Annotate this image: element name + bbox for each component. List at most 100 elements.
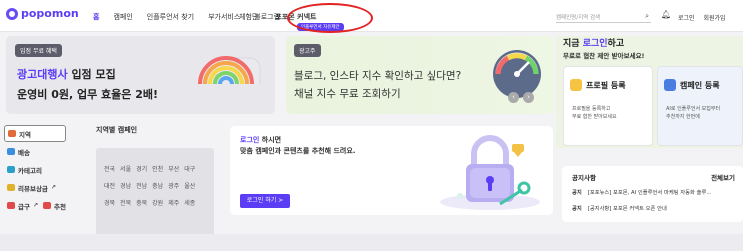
signup-link[interactable]: 회원가입: [703, 15, 725, 22]
region-link[interactable]: 강원: [152, 200, 163, 207]
login-box-line2: 맞춤 캠페인과 콘텐츠를 추천해 드려요.: [240, 147, 356, 155]
title-accent[interactable]: 로그인: [583, 39, 608, 49]
external-link-icon: ↗: [32, 202, 38, 209]
region-link[interactable]: 전북: [120, 200, 131, 207]
sidebar-item-delivery[interactable]: 배송: [4, 143, 66, 160]
logo-text: popomon: [21, 7, 79, 20]
region-link[interactable]: 전국: [104, 166, 115, 173]
card-title: 프로필 등록: [586, 81, 626, 90]
sidebar-item-label: 급구: [18, 202, 30, 211]
region-link[interactable]: 충북: [136, 200, 147, 207]
external-link-icon: ↗: [50, 184, 56, 191]
sidebar-item-category[interactable]: 카테고리: [4, 161, 66, 178]
truck-icon: [7, 148, 15, 155]
sidebar-item-label: 지역: [19, 130, 31, 139]
highlight-circle: [287, 3, 373, 33]
notice-more-link[interactable]: 전체보기: [711, 172, 735, 182]
region-row: 경북 전북 충북 강원 제주 세종: [104, 198, 200, 207]
login-recommend-box: 로그인 하시면 맞춤 캠페인과 콘텐츠를 추천해 드려요. 로그인 하기 >: [230, 126, 553, 215]
region-campaigns: 지역별 캠페인 전국 서울 경기 인천 부산 대구 대전 경남 전남 충남 광주 울산 경북 전북 충북…: [90, 125, 218, 246]
region-grid: 전국 서울 경기 인천 부산 대구 대전 경남 전남 충남 광주 울산 경북 전북 충북 강원 제주 세종: [96, 148, 214, 246]
search-icon[interactable]: ⌕: [645, 12, 649, 21]
login-line1-rest: 하시면: [259, 136, 282, 144]
login-link[interactable]: 로그인: [678, 15, 695, 22]
sidebar-item-recommend[interactable]: 추천: [54, 201, 66, 211]
nav-extra-services[interactable]: 부가서비스: [208, 12, 240, 22]
promo-banner-agency[interactable]: 입점 무료 혜택 광고대행사 입점 모집 운영비 0원, 업무 효율은 2배!: [6, 36, 275, 114]
campaign-register-card[interactable]: 캠페인 등록 AI로 인플루언서 모집부터 추천까지 한번에: [657, 66, 743, 146]
region-link[interactable]: 대전: [104, 183, 115, 190]
logo[interactable]: popomon: [6, 7, 79, 20]
map-icon: [8, 130, 16, 137]
search-placeholder: 캠페인명/지역 검색: [556, 15, 601, 21]
notice-board: 공지사항 전체보기 공지 [포포뉴스] 포포몬, AI 인플루언서 마케팅 자동화…: [562, 166, 743, 222]
region-link[interactable]: 경남: [120, 183, 131, 190]
region-link[interactable]: 인천: [152, 166, 163, 173]
notice-text: [포포뉴스] 포포몬, AI 인플루언서 마케팅 자동화 솔루...: [587, 190, 712, 196]
login-promo-subtitle: 무료로 협찬 제안 받아보세요!: [563, 52, 645, 60]
sidebar-item-urgent[interactable]: 급구 ↗ 추천: [4, 197, 66, 214]
login-button[interactable]: 로그인 하기 >: [240, 194, 290, 208]
region-link[interactable]: 경북: [104, 200, 115, 207]
region-link[interactable]: 전남: [136, 183, 147, 190]
logo-mark-icon: [6, 7, 18, 20]
sidebar-item-region[interactable]: 지역: [4, 125, 66, 142]
region-link[interactable]: 충남: [152, 183, 163, 190]
login-accent[interactable]: 로그인: [240, 136, 259, 144]
login-promo-panel: 지금 로그인하고 무료로 협찬 제안 받아보세요! 프로필 등록 프로필을 등록…: [556, 36, 743, 148]
login-promo-title: 지금 로그인하고: [563, 36, 624, 49]
sidebar-item-label: 카테고리: [18, 166, 42, 175]
sidebar-item-reward[interactable]: 리뷰보상금 ↗: [4, 179, 66, 196]
chevron-left-icon[interactable]: ‹: [508, 92, 519, 103]
card-title: 캠페인 등록: [680, 81, 720, 90]
region-title: 지역별 캠페인: [96, 126, 138, 134]
banner-headline-rest: 입점 모집: [67, 68, 116, 81]
bottom-strip: [0, 234, 743, 251]
promo-banner-channel-index[interactable]: 광고주 블로그, 인스타 지수 확인하고 싶다면? 채널 지수 무료 조회하기 …: [286, 36, 554, 114]
profile-register-card[interactable]: 프로필 등록 프로필을 등록하고 무료 협찬 받아보세요: [563, 66, 653, 146]
sidebar-item-label: 배송: [18, 148, 30, 157]
login-box-line1: 로그인 하시면: [240, 135, 281, 145]
chevron-right-icon[interactable]: ›: [523, 92, 534, 103]
bell-icon[interactable]: 🔔︎: [661, 10, 671, 19]
banner-tag: 입점 무료 혜택: [15, 44, 62, 57]
notice-item[interactable]: 공지 [포포뉴스] 포포몬, AI 인플루언서 마케팅 자동화 솔루...: [572, 188, 737, 196]
top-header: popomon 홈 캠페인 인플루언서 찾기 부가서비스 블로그랩 체험단 포포…: [0, 0, 743, 33]
sidebar-item-label: 리뷰보상금: [18, 184, 48, 193]
rainbow-graphic-icon: [196, 56, 264, 112]
nav-home[interactable]: 홈: [93, 12, 99, 22]
banner-headline: 블로그, 인스타 지수 확인하고 싶다면?: [294, 70, 462, 82]
notice-tag: 공지: [572, 206, 582, 212]
region-link[interactable]: 부산: [168, 166, 179, 173]
card-desc: 무료 협찬 받아보세요: [572, 114, 617, 120]
banner-headline: 광고대행사 입점 모집: [17, 66, 116, 82]
title-pre: 지금: [563, 39, 583, 49]
banner-tag: 광고주: [294, 44, 321, 57]
notice-item[interactable]: 공지 [공지사항] 포포몬 커넥트 오픈 안내: [572, 204, 737, 212]
region-link[interactable]: 세종: [184, 200, 195, 207]
coin-icon: [7, 184, 15, 191]
card-desc: 프로필을 등록하고: [572, 106, 611, 112]
notice-text: [공지사항] 포포몬 커넥트 오픈 안내: [587, 206, 667, 212]
search-input[interactable]: 캠페인명/지역 검색 ⌕: [556, 12, 651, 23]
notice-tag: 공지: [572, 190, 582, 196]
region-link[interactable]: 경기: [136, 166, 147, 173]
region-link[interactable]: 광주: [168, 183, 179, 190]
nav-experience[interactable]: 체험단: [239, 12, 258, 22]
region-link[interactable]: 제주: [168, 200, 179, 207]
nav-find-influencer[interactable]: 인플루언서 찾기: [147, 12, 194, 22]
region-link[interactable]: 서울: [120, 166, 131, 173]
region-link[interactable]: 울산: [184, 183, 195, 190]
banner-subline: 채널 지수 무료 조회하기: [294, 88, 401, 100]
urgent-icon: [7, 202, 15, 209]
auth-links: 로그인 회원가입: [678, 13, 733, 22]
banner-headline-accent: 광고대행사: [17, 68, 68, 81]
region-link[interactable]: 대구: [184, 166, 195, 173]
nav-campaign[interactable]: 캠페인: [113, 12, 132, 22]
category-icon: [7, 166, 15, 173]
banner-arrows: ‹ ›: [508, 92, 534, 103]
notice-title: 공지사항: [572, 174, 596, 182]
card-desc: 추천까지 한번에: [666, 114, 700, 120]
profile-icon: [570, 79, 582, 91]
card-desc: AI로 인플루언서 모집부터: [666, 106, 721, 112]
